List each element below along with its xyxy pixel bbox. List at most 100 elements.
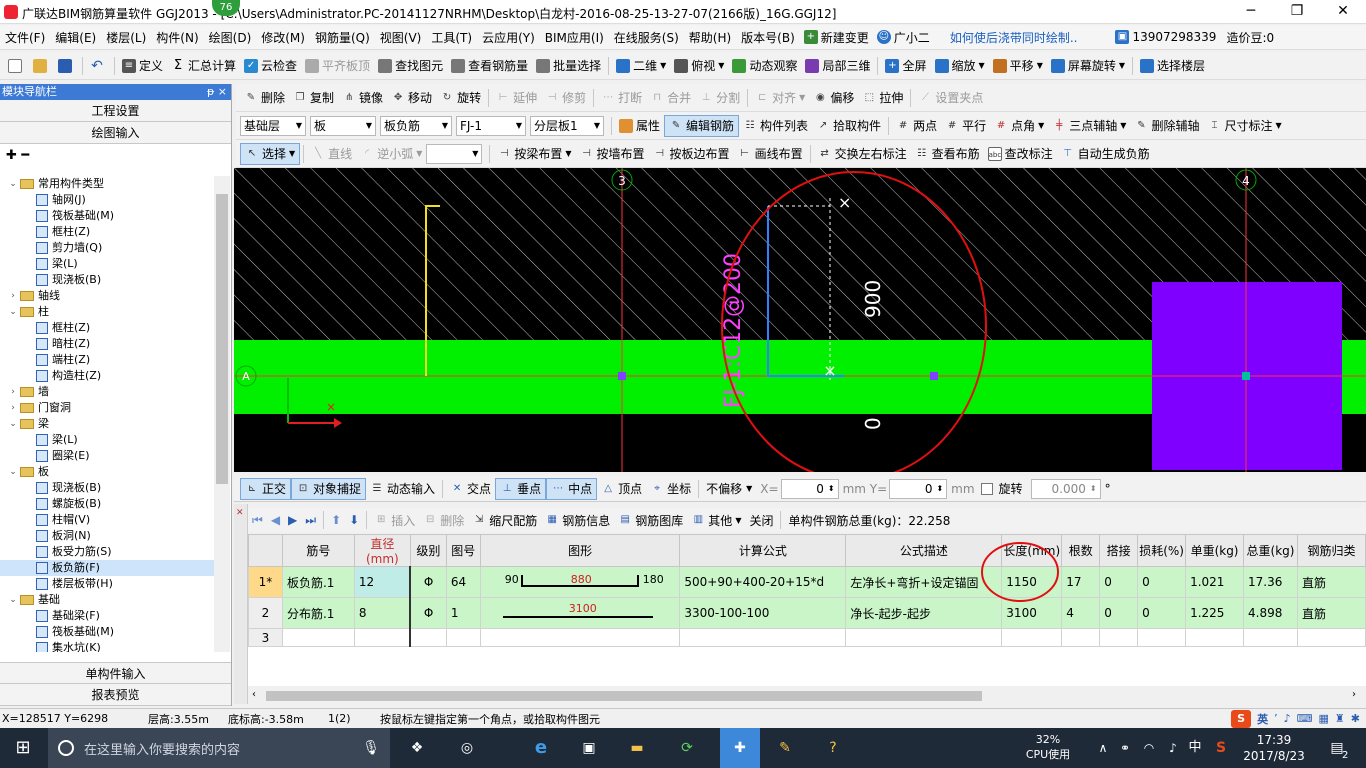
cell-unit-weight[interactable]: 1.021: [1185, 566, 1245, 598]
rotate-button[interactable]: ↻ 旋转: [436, 87, 485, 109]
cell-lap[interactable]: 0: [1099, 566, 1139, 598]
offset-button[interactable]: ◉ 偏移: [809, 87, 858, 109]
top-view-dropdown[interactable]: 俯视 ▼: [670, 55, 728, 77]
store-icon[interactable]: ▣: [574, 734, 604, 762]
other-dropdown[interactable]: ▥ 其他 ▼: [687, 509, 745, 531]
help-hint-link[interactable]: 如何使后浇带同时绘制..: [950, 29, 1078, 46]
refresh-app-icon[interactable]: ⟳: [672, 734, 702, 762]
browser-360-icon[interactable]: ◎: [452, 734, 482, 762]
nav-single-component-input[interactable]: 单构件输入: [0, 662, 231, 684]
table-row[interactable]: 2 分布筋.1 8 Φ 1 3100 3300-100-100 净长-起步-起步…: [248, 597, 1366, 629]
table-row[interactable]: 3: [248, 628, 1366, 647]
tree-item[interactable]: 板洞(N): [0, 528, 214, 544]
swap-labels-button[interactable]: ⇄ 交换左右标注: [814, 143, 911, 165]
arc-dropdown[interactable]: ◜ 逆小弧 ▼: [356, 143, 426, 165]
tree-toggle-icon[interactable]: ⌄: [8, 592, 18, 608]
guangxiaoer-button[interactable]: ☺ 广小二: [873, 26, 934, 48]
row-number[interactable]: 2: [248, 597, 283, 629]
cell-loss[interactable]: 0: [1137, 566, 1187, 598]
shirt-icon[interactable]: ♜: [1335, 712, 1345, 725]
fullscreen-button[interactable]: + 全屏: [881, 55, 930, 77]
ortho-button[interactable]: ⊾ 正交: [240, 477, 292, 500]
offset-mode-dropdown[interactable]: 不偏移 ▼: [702, 478, 756, 500]
cell-lap[interactable]: 0: [1099, 597, 1139, 629]
tree-item[interactable]: 基础梁(F): [0, 608, 214, 624]
save-button[interactable]: [54, 55, 79, 77]
tree-item[interactable]: 现浇板(B): [0, 272, 214, 288]
tree-folder[interactable]: ⌄ 柱: [0, 304, 214, 320]
cell-formula[interactable]: 3300-100-100: [679, 597, 847, 629]
line-button[interactable]: ╲ 直线: [307, 143, 356, 165]
windows-start-icon[interactable]: ⊞: [8, 734, 38, 762]
col-count[interactable]: 根数: [1061, 534, 1101, 567]
col-bar-no[interactable]: 筋号: [281, 534, 355, 567]
cloud-check-button[interactable]: ✓ 云检查: [240, 55, 301, 77]
punctuation-icon[interactable]: ʼ: [1274, 712, 1278, 725]
dimension-0[interactable]: 0: [861, 417, 885, 430]
tree-item[interactable]: 构造柱(Z): [0, 368, 214, 384]
scroll-thumb[interactable]: [266, 691, 982, 701]
close-button[interactable]: ✕: [1320, 0, 1366, 24]
place-by-wall-button[interactable]: ⊣ 按墙布置: [576, 143, 649, 165]
nav-drawing-input[interactable]: 绘图输入: [0, 122, 231, 144]
properties-button[interactable]: 属性: [615, 115, 664, 137]
tree-folder[interactable]: ⌄ 板: [0, 464, 214, 480]
component-list-button[interactable]: ☷ 构件列表: [739, 115, 812, 137]
cell-bar-no[interactable]: 分布筋.1: [281, 597, 355, 629]
menu-help[interactable]: 帮助(H): [684, 29, 736, 46]
tree-item[interactable]: 圈梁(E): [0, 448, 214, 464]
mirror-button[interactable]: ⋔ 镜像: [338, 87, 387, 109]
place-by-beam-dropdown[interactable]: ⊣ 按梁布置 ▼: [493, 143, 575, 165]
tools-icon[interactable]: ✱: [1351, 712, 1360, 725]
last-record-button[interactable]: ⏭: [301, 509, 320, 531]
point-angle-dropdown[interactable]: # 点角 ▼: [990, 115, 1048, 137]
cell-diameter[interactable]: 8: [353, 597, 412, 629]
edit-rebar-button[interactable]: ✎ 编辑钢筋: [664, 114, 740, 137]
vertex-snap-button[interactable]: △ 顶点: [597, 478, 646, 500]
x-offset-input[interactable]: 0 ⬍: [780, 478, 839, 499]
cell-figure-no[interactable]: [445, 628, 481, 647]
object-snap-button[interactable]: ⊡ 对象捕捉: [291, 477, 367, 500]
grip-point-mid[interactable]: [930, 372, 938, 380]
cell-category[interactable]: [1296, 628, 1366, 647]
tree-folder[interactable]: ⌄ 基础: [0, 592, 214, 608]
dimension-900[interactable]: 900: [861, 280, 885, 318]
cell-grade[interactable]: [409, 628, 447, 647]
rotate-angle-input[interactable]: 0.000 ⬍: [1030, 478, 1101, 499]
cell-lap[interactable]: [1099, 628, 1139, 647]
grid-horizontal-scrollbar[interactable]: ‹ ›: [248, 688, 1366, 704]
summary-calc-button[interactable]: Σ 汇总计算: [167, 55, 240, 77]
tree-item[interactable]: 剪力墙(Q): [0, 240, 214, 256]
keyboard-icon[interactable]: ⌨: [1297, 712, 1313, 725]
tree-item[interactable]: 梁(L): [0, 432, 214, 448]
tree-item[interactable]: 板受力筋(S): [0, 544, 214, 560]
find-element-button[interactable]: 查找图元: [374, 55, 447, 77]
skin-icon[interactable]: ▦: [1319, 712, 1329, 725]
cell-category[interactable]: 直筋: [1296, 597, 1366, 629]
tree-folder[interactable]: ⌄ 常用构件类型: [0, 176, 214, 192]
grip-point-right[interactable]: [1242, 372, 1250, 380]
next-record-button[interactable]: ▶: [284, 509, 301, 531]
sogou-ime-icon[interactable]: S: [1231, 709, 1252, 728]
tree-toggle-icon[interactable]: ⌄: [8, 304, 18, 320]
menu-rebar-qty[interactable]: 钢筋量(Q): [310, 29, 375, 46]
tree-item[interactable]: 集水坑(K): [0, 640, 214, 652]
stretch-button[interactable]: ⬚ 拉伸: [858, 87, 907, 109]
col-formula[interactable]: 计算公式: [679, 534, 847, 567]
scroll-left-icon[interactable]: ‹: [252, 689, 256, 700]
cell-diameter[interactable]: 12: [353, 566, 412, 598]
zoom-dropdown[interactable]: 缩放 ▼: [931, 55, 989, 77]
move-down-button[interactable]: ⬇: [345, 509, 363, 531]
tree-item[interactable]: 梁(L): [0, 256, 214, 272]
pin-close-icon[interactable]: ᵽ ×: [207, 84, 227, 100]
menu-tools[interactable]: 工具(T): [426, 29, 477, 46]
menu-floor[interactable]: 楼层(L): [101, 29, 151, 46]
new-change-button[interactable]: + 新建变更: [800, 26, 873, 48]
tree-scrollbar[interactable]: [214, 176, 230, 652]
tree-item[interactable]: 端柱(Z): [0, 352, 214, 368]
view-2d-dropdown[interactable]: 二维 ▼: [612, 55, 670, 77]
cell-count[interactable]: [1061, 628, 1101, 647]
scroll-right-icon[interactable]: ›: [1352, 689, 1356, 700]
menu-draw[interactable]: 绘图(D): [204, 29, 257, 46]
menu-modify[interactable]: 修改(M): [256, 29, 310, 46]
